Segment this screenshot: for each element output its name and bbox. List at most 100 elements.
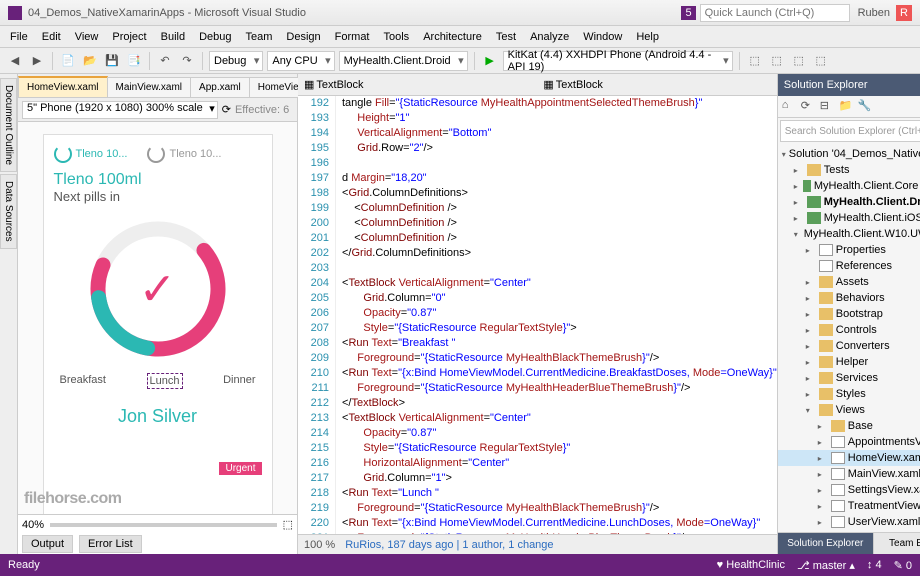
tree-node[interactable]: ▸MyHealth.Client.Droid xyxy=(778,194,920,210)
platform-combo[interactable]: Any CPU xyxy=(267,51,334,71)
refresh-icon[interactable]: ⟳ xyxy=(801,99,817,115)
menu-debug[interactable]: Debug xyxy=(193,29,237,45)
status-ready: Ready xyxy=(8,559,40,571)
user-badge[interactable]: R xyxy=(896,5,912,21)
tree-node[interactable]: ▸Helper xyxy=(778,354,920,370)
bottom-tab-output[interactable]: Output xyxy=(22,535,73,553)
menu-help[interactable]: Help xyxy=(630,29,665,45)
tree-node[interactable]: ▸UserView.xaml xyxy=(778,514,920,530)
redo-icon[interactable]: ↷ xyxy=(178,52,196,70)
tree-node[interactable]: ▸Controls xyxy=(778,322,920,338)
tree-node[interactable]: ▸Base xyxy=(778,418,920,434)
menu-build[interactable]: Build xyxy=(155,29,191,45)
doctor-name: Jon Silver xyxy=(54,406,262,427)
menu-edit[interactable]: Edit xyxy=(36,29,67,45)
menu-format[interactable]: Format xyxy=(329,29,376,45)
forward-icon[interactable]: ▶ xyxy=(28,52,46,70)
meal-lunch[interactable]: Lunch xyxy=(148,374,182,388)
tree-node[interactable]: ▸Properties xyxy=(778,242,920,258)
menu-view[interactable]: View xyxy=(69,29,105,45)
tree-node[interactable]: ▸Behaviors xyxy=(778,290,920,306)
left-rail: Document Outline Data Sources xyxy=(0,74,18,554)
status-branch[interactable]: ⎇ master ▴ xyxy=(797,559,855,572)
config-combo[interactable]: Debug xyxy=(209,51,263,71)
save-icon[interactable]: 💾 xyxy=(103,52,121,70)
menu-test[interactable]: Test xyxy=(490,29,522,45)
undo-icon[interactable]: ↶ xyxy=(156,52,174,70)
tree-node[interactable]: ▸TreatmentView.xaml xyxy=(778,498,920,514)
meal-breakfast: Breakfast xyxy=(60,374,106,388)
menu-design[interactable]: Design xyxy=(280,29,326,45)
doc-tab[interactable]: App.xaml xyxy=(190,77,250,97)
phone-tab-2: Tleno 10... xyxy=(147,145,221,163)
tree-node[interactable]: ▸Bootstrap xyxy=(778,306,920,322)
zoom-slider[interactable] xyxy=(50,523,277,527)
collapse-icon[interactable]: ⊟ xyxy=(820,99,836,115)
start-icon[interactable]: ▶ xyxy=(481,52,499,70)
menu-team[interactable]: Team xyxy=(240,29,279,45)
solution-tree[interactable]: ▾Solution '04_Demos_NativeXamarinApps' (… xyxy=(778,144,920,532)
doc-tab[interactable]: HomeView.xaml xyxy=(18,76,108,97)
menu-tools[interactable]: Tools xyxy=(378,29,416,45)
tree-node[interactable]: ▾MyHealth.Client.W10.UWP (Universal Wind… xyxy=(778,226,920,242)
device-preview-combo[interactable]: 5" Phone (1920 x 1080) 300% scale xyxy=(22,101,218,119)
menu-analyze[interactable]: Analyze xyxy=(524,29,575,45)
bottom-tab-error-list[interactable]: Error List xyxy=(79,535,142,553)
device-combo[interactable]: KitKat (4.4) XXHDPI Phone (Android 4.4 -… xyxy=(503,51,733,71)
tree-node[interactable]: ▸AppointmentsView.xaml xyxy=(778,434,920,450)
tree-node[interactable]: ▸Styles xyxy=(778,386,920,402)
editor-breadcrumbs: ▦ TextBlock ▦ TextBlock xyxy=(298,74,777,96)
explorer-search[interactable]: Search Solution Explorer (Ctrl+;) xyxy=(780,120,920,142)
tree-node[interactable]: References xyxy=(778,258,920,274)
toolbar-btn[interactable]: ⬚ xyxy=(812,52,830,70)
toolbar-btn[interactable]: ⬚ xyxy=(746,52,764,70)
new-icon[interactable]: 📄 xyxy=(59,52,77,70)
toolbar-btn[interactable]: ⬚ xyxy=(768,52,786,70)
startup-combo[interactable]: MyHealth.Client.Droid xyxy=(339,51,468,71)
tree-node[interactable]: ▾Views xyxy=(778,402,920,418)
menu-project[interactable]: Project xyxy=(106,29,152,45)
tree-node[interactable]: ▸Converters xyxy=(778,338,920,354)
toolbar-btn[interactable]: ⬚ xyxy=(790,52,808,70)
properties-icon[interactable]: 🔧 xyxy=(858,99,874,115)
design-canvas[interactable]: Tleno 10... Tleno 10... Tleno 100ml Next… xyxy=(18,122,297,514)
zoom-label[interactable]: 40% xyxy=(22,519,44,531)
rail-data-sources[interactable]: Data Sources xyxy=(0,174,17,249)
tree-node[interactable]: ▸MyHealth.Client.Core (Portable) xyxy=(778,178,920,194)
user-name[interactable]: Ruben xyxy=(858,7,890,19)
tree-node[interactable]: ▸Tests xyxy=(778,162,920,178)
back-icon[interactable]: ◀ xyxy=(6,52,24,70)
show-all-icon[interactable]: 📁 xyxy=(839,99,855,115)
tree-node[interactable]: ▸Services xyxy=(778,370,920,386)
solution-node[interactable]: ▾Solution '04_Demos_NativeXamarinApps' (… xyxy=(778,146,920,162)
editor-zoom[interactable]: 100 % xyxy=(304,539,335,551)
orientation-icon[interactable]: ⟳ xyxy=(222,103,231,116)
status-changes[interactable]: ✎ 0 xyxy=(894,559,912,572)
notification-badge[interactable]: 5 xyxy=(681,6,695,20)
window-title: 04_Demos_NativeXamarinApps - Microsoft V… xyxy=(28,7,681,19)
status-repo[interactable]: ♥ HealthClinic xyxy=(717,559,785,571)
quick-launch-input[interactable] xyxy=(700,4,850,22)
doc-tab[interactable]: MainView.xaml xyxy=(107,77,192,97)
editor-blame[interactable]: RuRios, 187 days ago | 1 author, 1 chang… xyxy=(345,539,553,551)
save-all-icon[interactable]: 📑 xyxy=(125,52,143,70)
explorer-tab[interactable]: Solution Explorer xyxy=(778,533,874,554)
fit-icon[interactable]: ⬚ xyxy=(283,518,293,531)
tree-node[interactable]: ▸MyHealth.Client.iOS xyxy=(778,210,920,226)
menu-file[interactable]: File xyxy=(4,29,34,45)
explorer-tab[interactable]: Team Explorer xyxy=(874,533,920,554)
crumb-1[interactable]: ▦ TextBlock xyxy=(304,78,363,91)
home-icon[interactable]: ⌂ xyxy=(782,99,798,115)
menu-architecture[interactable]: Architecture xyxy=(417,29,488,45)
menu-window[interactable]: Window xyxy=(577,29,628,45)
tree-node[interactable]: ▸HomeView.xaml xyxy=(778,450,920,466)
open-icon[interactable]: 📂 xyxy=(81,52,99,70)
status-sync[interactable]: ↕ 4 xyxy=(867,559,882,571)
titlebar: 04_Demos_NativeXamarinApps - Microsoft V… xyxy=(0,0,920,26)
tree-node[interactable]: ▸SettingsView.xaml xyxy=(778,482,920,498)
tree-node[interactable]: ▸Assets xyxy=(778,274,920,290)
crumb-2[interactable]: ▦ TextBlock xyxy=(543,78,602,91)
rail-document-outline[interactable]: Document Outline xyxy=(0,78,17,172)
code-area[interactable]: 192 193 194 195 196 197 198 199 200 201 … xyxy=(298,96,777,534)
tree-node[interactable]: ▸MainView.xaml xyxy=(778,466,920,482)
